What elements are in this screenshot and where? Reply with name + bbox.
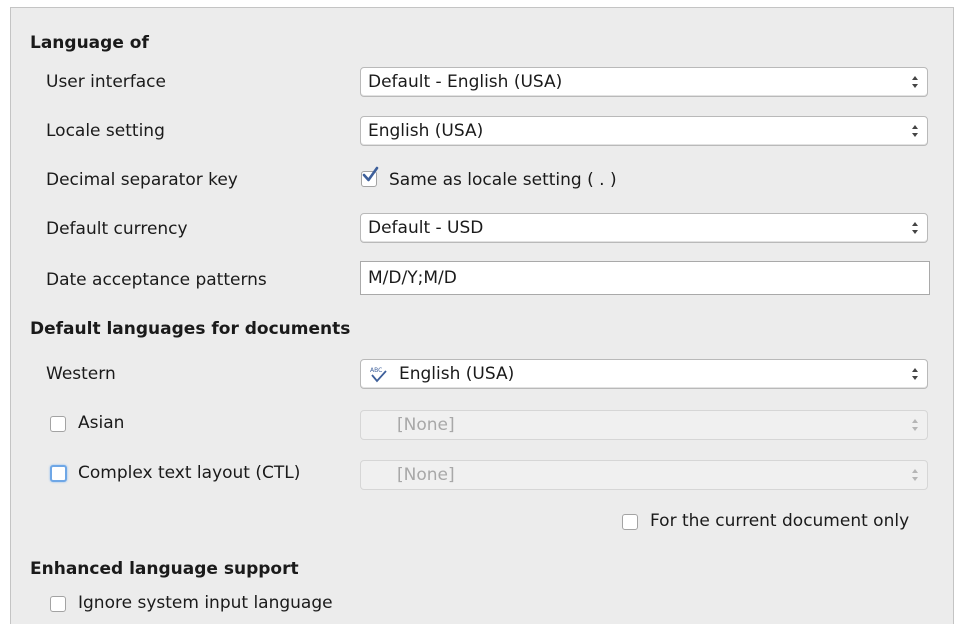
ctl-label[interactable]: Complex text layout (CTL) — [78, 463, 300, 483]
decimal-separator-checkbox-label[interactable]: Same as locale setting ( . ) — [389, 170, 617, 190]
current-document-only-checkbox[interactable] — [622, 514, 638, 530]
user-interface-label: User interface — [46, 72, 166, 92]
asian-checkbox[interactable] — [50, 416, 66, 432]
section-heading-language-of: Language of — [30, 33, 149, 53]
default-currency-select[interactable]: Default - USD — [360, 213, 928, 243]
svg-text:ABC: ABC — [370, 367, 382, 374]
user-interface-select[interactable]: Default - English (USA) — [360, 67, 928, 97]
current-document-only-label[interactable]: For the current document only — [650, 511, 909, 531]
asian-language-select: [None] — [360, 410, 928, 440]
default-currency-value: Default - USD — [368, 218, 484, 238]
locale-setting-label: Locale setting — [46, 121, 165, 141]
western-language-select[interactable]: ABC English (USA) — [360, 359, 928, 389]
user-interface-value: Default - English (USA) — [368, 72, 563, 92]
asian-language-value: [None] — [397, 415, 455, 435]
date-patterns-label: Date acceptance patterns — [46, 270, 267, 290]
locale-setting-value: English (USA) — [368, 121, 484, 141]
asian-label[interactable]: Asian — [78, 413, 124, 433]
locale-setting-select[interactable]: English (USA) — [360, 116, 928, 146]
updown-arrows-icon — [911, 219, 919, 237]
ctl-language-select: [None] — [360, 460, 928, 490]
updown-arrows-icon — [911, 122, 919, 140]
spellcheck-icon: ABC — [370, 367, 387, 383]
ctl-checkbox[interactable] — [50, 465, 67, 482]
ctl-language-value: [None] — [397, 465, 455, 485]
checkmark-icon — [362, 166, 379, 182]
updown-arrows-icon — [911, 466, 919, 484]
default-currency-label: Default currency — [46, 219, 188, 239]
decimal-separator-label: Decimal separator key — [46, 170, 238, 190]
language-settings-panel — [10, 7, 954, 624]
ignore-input-language-label[interactable]: Ignore system input language — [78, 593, 333, 613]
updown-arrows-icon — [911, 416, 919, 434]
date-patterns-input[interactable]: M/D/Y;M/D — [360, 261, 930, 295]
western-language-value: English (USA) — [399, 364, 515, 384]
western-label: Western — [46, 364, 116, 384]
section-heading-default-languages: Default languages for documents — [30, 319, 351, 339]
updown-arrows-icon — [911, 365, 919, 383]
updown-arrows-icon — [911, 73, 919, 91]
ignore-input-language-checkbox[interactable] — [50, 596, 66, 612]
section-heading-enhanced-support: Enhanced language support — [30, 559, 299, 579]
